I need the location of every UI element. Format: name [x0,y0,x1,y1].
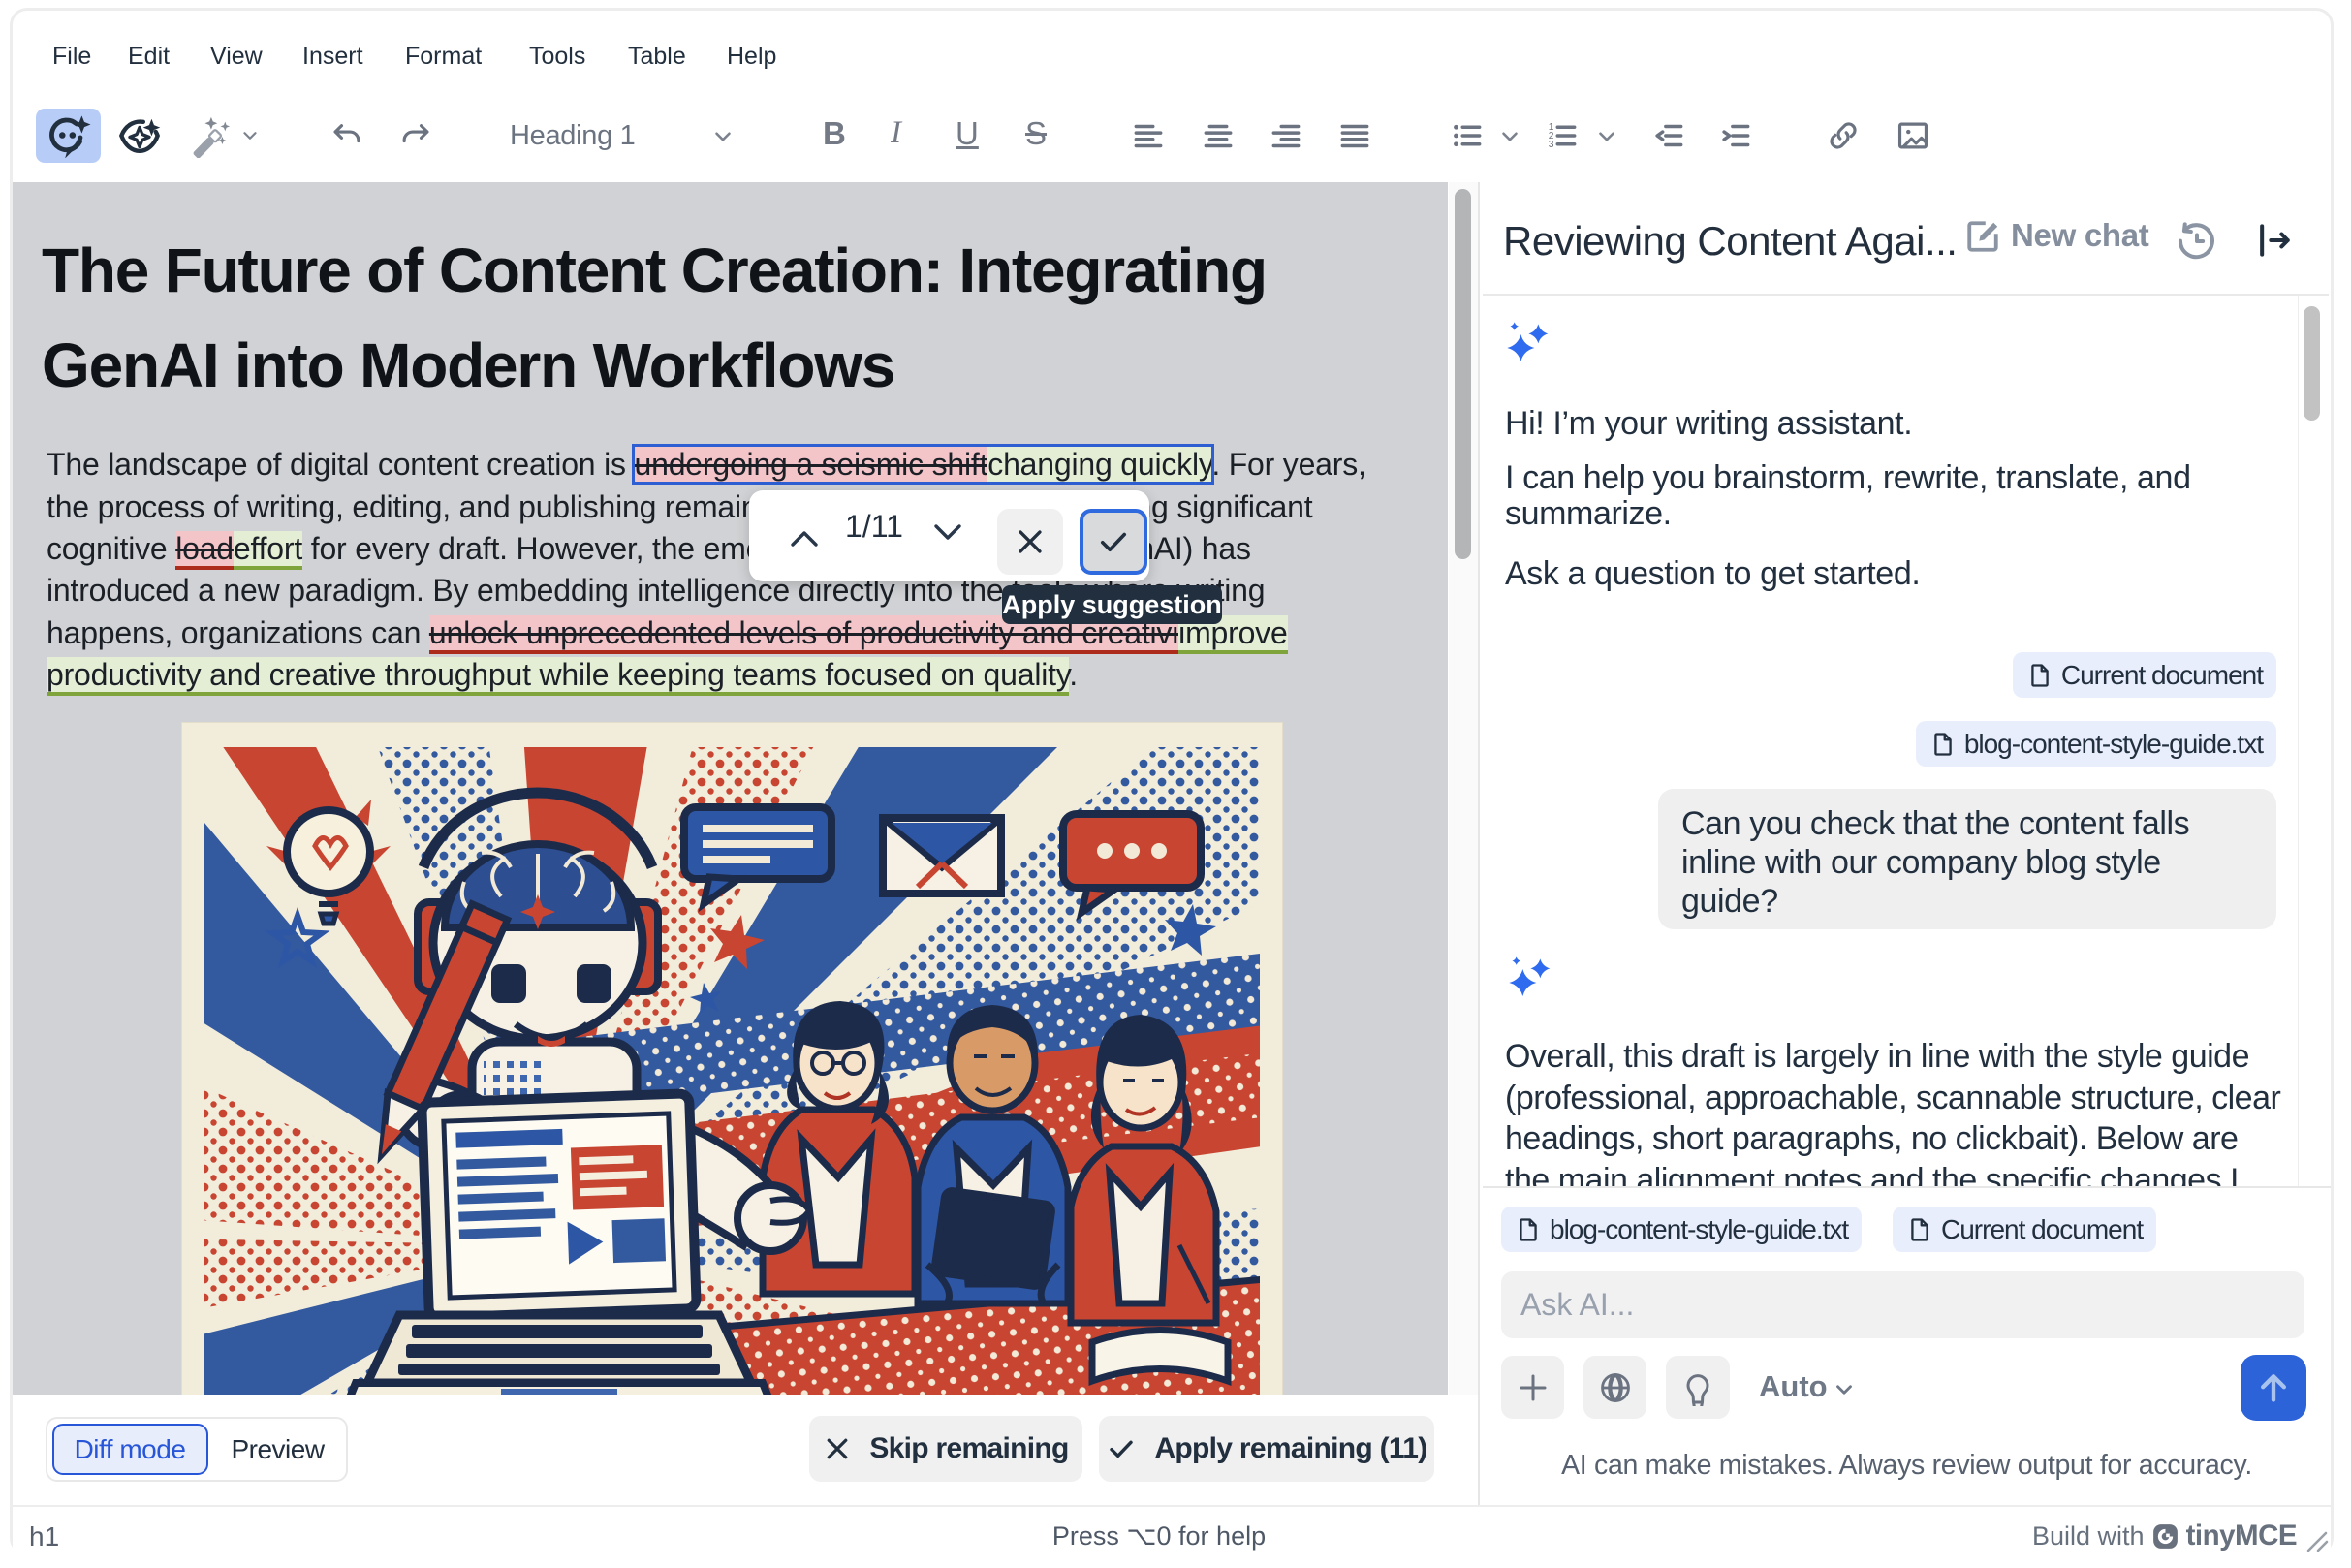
svg-text:3: 3 [1549,140,1554,150]
